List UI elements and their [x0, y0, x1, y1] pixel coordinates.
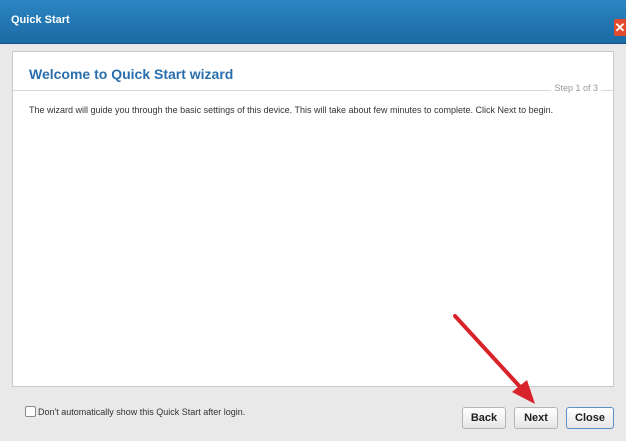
step-divider — [13, 90, 613, 91]
dont-show-again-option[interactable]: Don't automatically show this Quick Star… — [25, 406, 245, 417]
dont-show-again-label[interactable]: Don't automatically show this Quick Star… — [38, 407, 245, 417]
wizard-content-panel: Welcome to Quick Start wizard Step 1 of … — [12, 51, 614, 387]
step-indicator: Step 1 of 3 — [551, 83, 601, 93]
next-button[interactable]: Next — [514, 407, 558, 429]
close-glyph: ✕ — [614, 20, 626, 35]
back-button[interactable]: Back — [462, 407, 506, 429]
close-icon[interactable]: ✕ — [614, 19, 626, 36]
wizard-description: The wizard will guide you through the ba… — [29, 105, 554, 115]
quick-start-dialog: Quick Start ✕ Welcome to Quick Start wiz… — [0, 0, 626, 441]
dialog-title: Quick Start — [11, 14, 70, 26]
dialog-footer: Don't automatically show this Quick Star… — [0, 395, 626, 441]
dialog-titlebar: Quick Start ✕ — [0, 0, 626, 44]
close-button[interactable]: Close — [566, 407, 614, 429]
wizard-heading: Welcome to Quick Start wizard — [29, 66, 234, 82]
dont-show-again-checkbox[interactable] — [25, 406, 36, 417]
